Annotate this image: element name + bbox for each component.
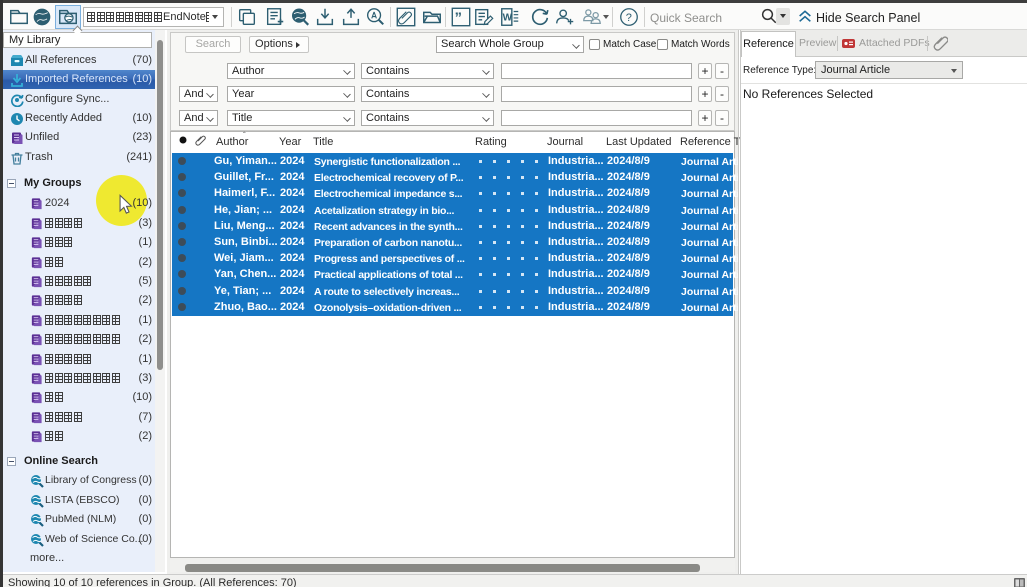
svg-text:”: ” [455,11,462,27]
svg-text:?: ? [626,12,632,24]
svg-text:W: W [503,13,513,24]
